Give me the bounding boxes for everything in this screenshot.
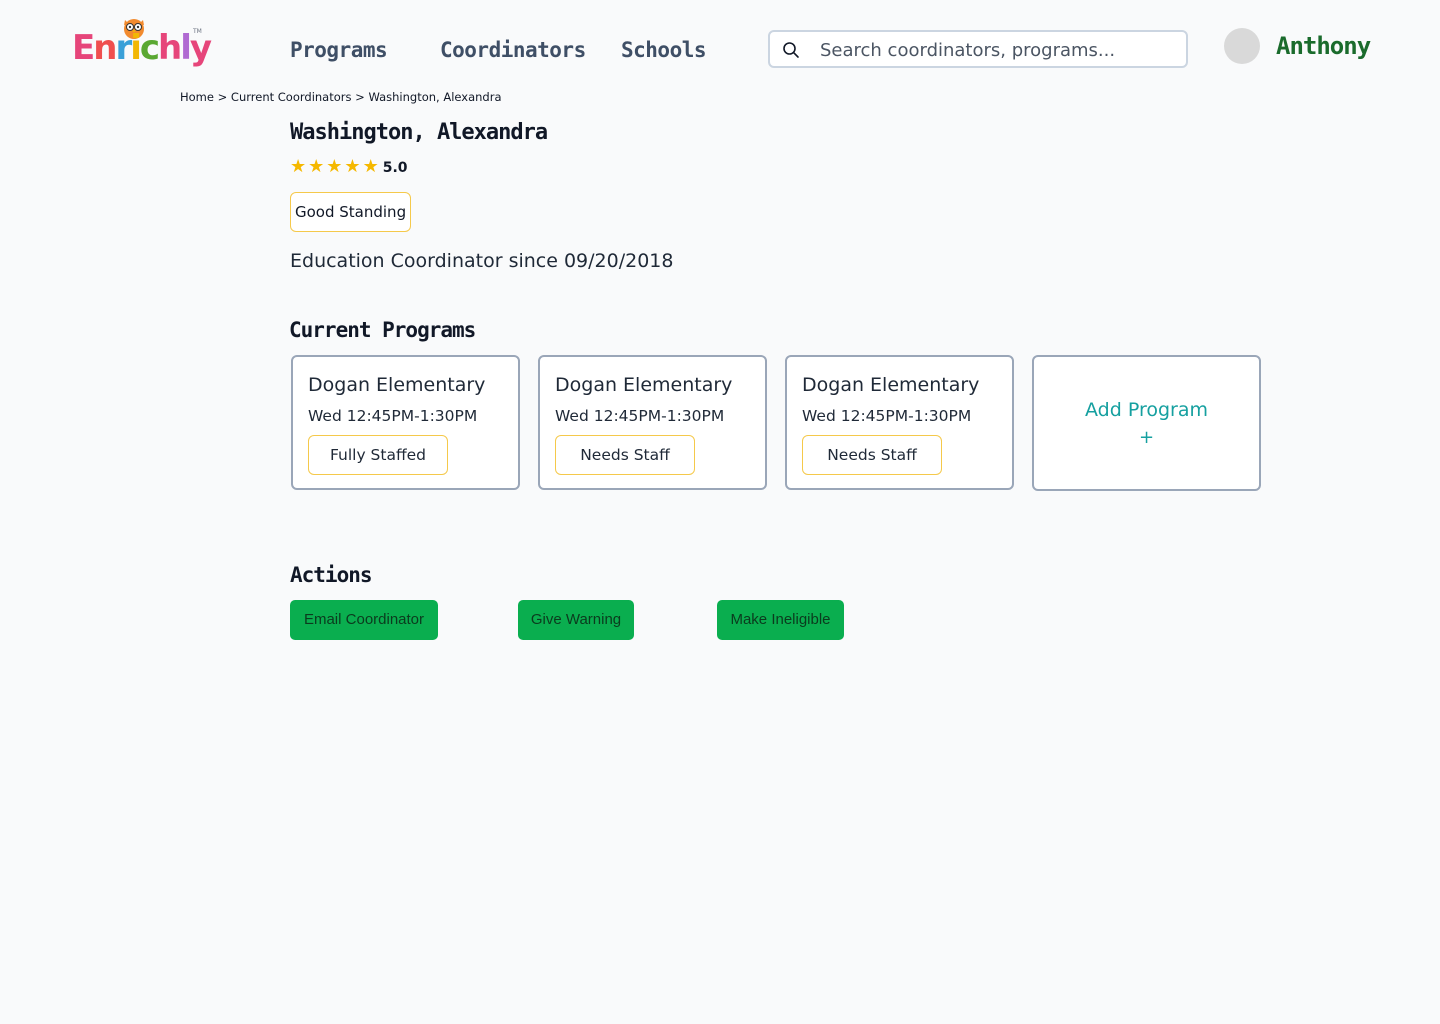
actions-heading: Actions: [290, 563, 373, 587]
star-icon: ★: [308, 156, 325, 177]
breadcrumb-current-coordinators[interactable]: Current Coordinators: [231, 90, 352, 104]
program-school: Dogan Elementary: [802, 374, 980, 396]
program-card[interactable]: Dogan Elementary Wed 12:45PM-1:30PM Full…: [291, 355, 520, 490]
program-school: Dogan Elementary: [555, 374, 733, 396]
program-status-badge: Fully Staffed: [308, 435, 448, 475]
status-badge: Good Standing: [290, 192, 412, 232]
breadcrumb-current: Washington, Alexandra: [368, 90, 502, 104]
search-input[interactable]: [818, 32, 1182, 68]
add-program-label: Add Program: [1085, 399, 1208, 421]
current-programs-heading: Current Programs: [289, 318, 476, 342]
search-icon: [783, 42, 799, 58]
rating-value: 5.0: [382, 160, 408, 176]
star-icon: ★: [362, 156, 379, 177]
breadcrumb: Home > Current Coordinators > Washington…: [180, 90, 502, 104]
program-card[interactable]: Dogan Elementary Wed 12:45PM-1:30PM Need…: [785, 355, 1014, 490]
nav-programs[interactable]: Programs: [290, 34, 388, 66]
program-status-badge: Needs Staff: [802, 435, 942, 475]
breadcrumb-separator: >: [217, 90, 228, 104]
program-time: Wed 12:45PM-1:30PM: [308, 407, 478, 425]
search-box[interactable]: [768, 30, 1188, 68]
page-title: Washington, Alexandra: [290, 120, 548, 145]
star-icon: ★: [326, 156, 343, 177]
rating: ★ ★ ★ ★ ★ 5.0: [290, 157, 408, 177]
program-card[interactable]: Dogan Elementary Wed 12:45PM-1:30PM Need…: [538, 355, 767, 490]
give-warning-button[interactable]: Give Warning: [518, 600, 634, 640]
coordinator-since: Education Coordinator since 09/20/2018: [290, 250, 674, 272]
breadcrumb-separator: >: [355, 90, 365, 104]
nav-schools[interactable]: Schools: [621, 34, 707, 66]
breadcrumb-home[interactable]: Home: [180, 90, 214, 104]
make-ineligible-button[interactable]: Make Ineligible: [717, 600, 844, 640]
enrichly-logo[interactable]: Enrichly TM: [72, 14, 212, 72]
plus-icon: +: [1138, 427, 1155, 448]
program-time: Wed 12:45PM-1:30PM: [555, 407, 725, 425]
email-coordinator-button[interactable]: Email Coordinator: [290, 600, 438, 640]
program-status-badge: Needs Staff: [555, 435, 695, 475]
logo-trademark: TM: [193, 28, 202, 35]
star-icon: ★: [290, 156, 307, 177]
program-school: Dogan Elementary: [308, 374, 486, 396]
logo-wordmark: Enrichly: [72, 28, 212, 68]
avatar[interactable]: [1224, 28, 1260, 64]
add-program-button[interactable]: Add Program +: [1032, 355, 1261, 491]
user-name[interactable]: Anthony: [1276, 30, 1371, 62]
nav-coordinators[interactable]: Coordinators: [440, 34, 586, 66]
star-icon: ★: [344, 156, 361, 177]
program-time: Wed 12:45PM-1:30PM: [802, 407, 972, 425]
